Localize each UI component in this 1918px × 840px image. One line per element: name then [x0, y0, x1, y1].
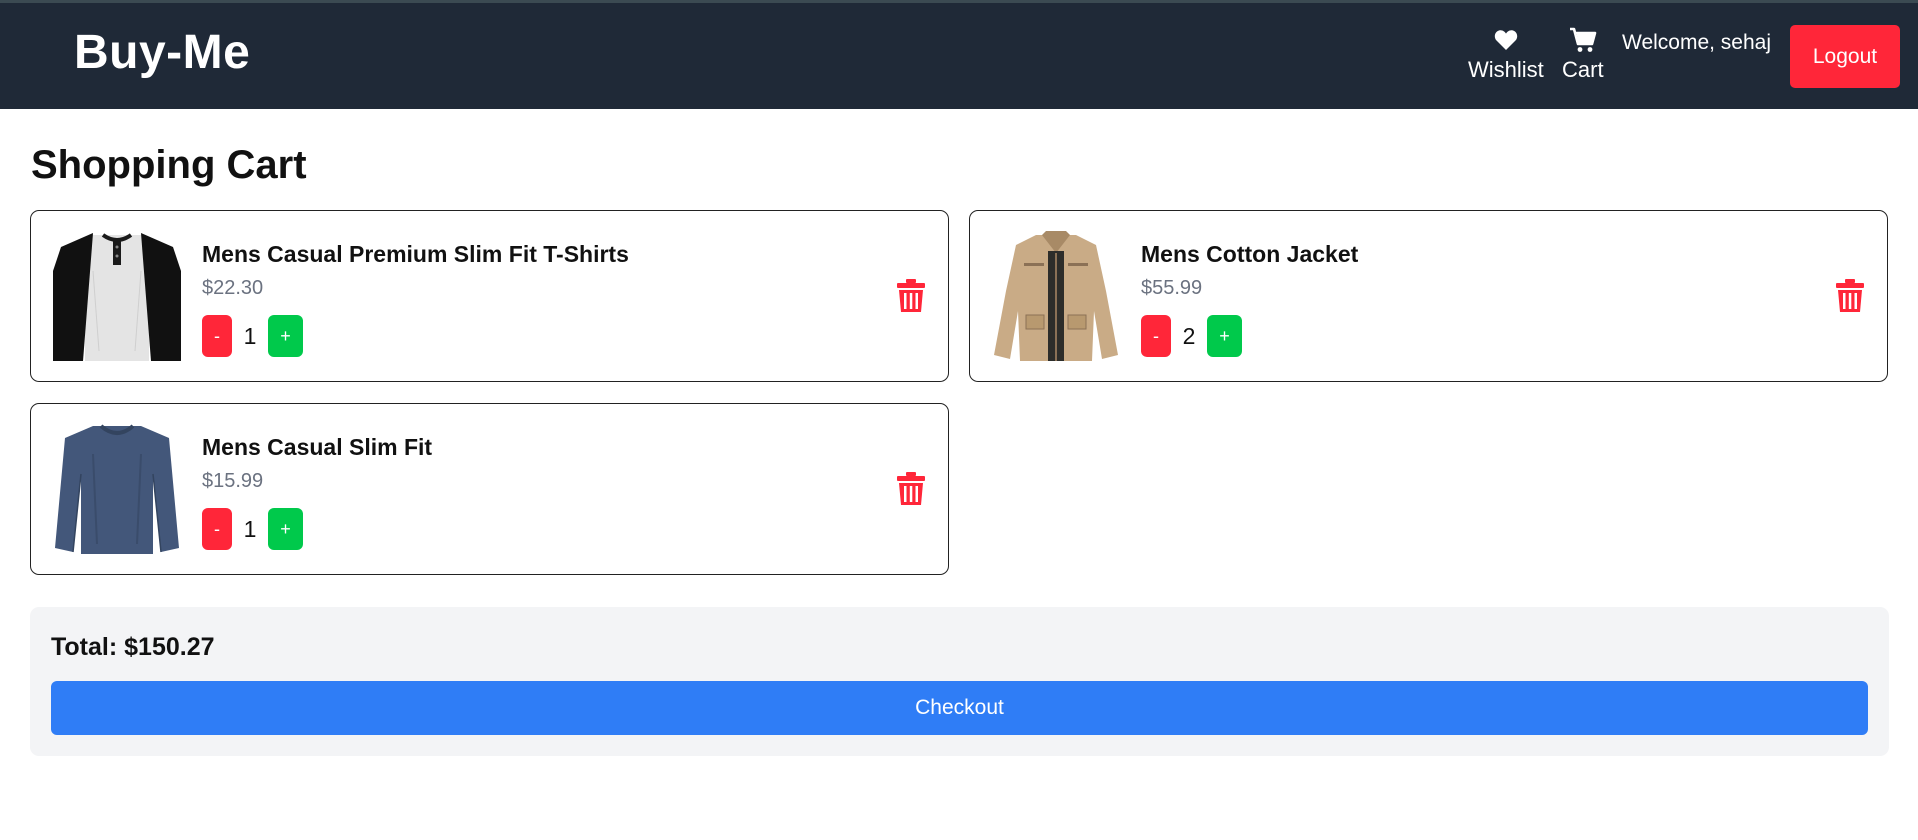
decrease-quantity-button[interactable]: -	[202, 315, 232, 357]
jacket-image	[994, 231, 1118, 361]
increase-quantity-button[interactable]: +	[268, 508, 303, 550]
decrease-quantity-button[interactable]: -	[1141, 315, 1171, 357]
longsleeve-shirt-image	[55, 424, 179, 554]
raglan-tshirt-image	[53, 233, 181, 361]
product-image	[53, 424, 181, 554]
product-title[interactable]: Mens Cotton Jacket	[1141, 241, 1358, 268]
trash-icon[interactable]	[897, 472, 925, 506]
page-title: Shopping Cart	[31, 143, 307, 187]
order-summary-panel: Total: $150.27 Checkout	[30, 607, 1889, 756]
quantity-value: 1	[243, 515, 257, 542]
logout-button[interactable]: Logout	[1790, 25, 1900, 88]
quantity-value: 1	[243, 322, 257, 349]
cart-item-card: Mens Cotton Jacket $55.99 - 2 +	[969, 210, 1888, 382]
product-title[interactable]: Mens Casual Slim Fit	[202, 434, 432, 461]
checkout-button[interactable]: Checkout	[51, 681, 1868, 735]
trash-icon[interactable]	[897, 279, 925, 313]
brand-logo[interactable]: Buy-Me	[74, 25, 250, 80]
wishlist-label: Wishlist	[1468, 57, 1544, 82]
cart-icon	[1569, 23, 1597, 57]
wishlist-link[interactable]: Wishlist	[1468, 23, 1544, 83]
increase-quantity-button[interactable]: +	[268, 315, 303, 357]
heart-icon	[1494, 23, 1518, 57]
increase-quantity-button[interactable]: +	[1207, 315, 1242, 357]
cart-label: Cart	[1562, 57, 1604, 82]
product-price: $22.30	[202, 277, 264, 299]
welcome-text: Welcome, sehaj	[1622, 31, 1772, 54]
cart-item-card: Mens Casual Premium Slim Fit T-Shirts $2…	[30, 210, 949, 382]
product-price: $15.99	[202, 470, 264, 492]
navbar: Buy-Me Wishlist Cart Welcome, sehaj Logo…	[0, 3, 1918, 109]
quantity-value: 2	[1182, 322, 1196, 349]
product-price: $55.99	[1141, 277, 1203, 299]
quantity-stepper: - 1 +	[202, 315, 303, 357]
decrease-quantity-button[interactable]: -	[202, 508, 232, 550]
product-image	[992, 231, 1120, 361]
product-title[interactable]: Mens Casual Premium Slim Fit T-Shirts	[202, 241, 629, 268]
cart-link[interactable]: Cart	[1562, 23, 1604, 83]
cart-item-card: Mens Casual Slim Fit $15.99 - 1 +	[30, 403, 949, 575]
cart-total: Total: $150.27	[51, 633, 215, 661]
quantity-stepper: - 1 +	[202, 508, 303, 550]
quantity-stepper: - 2 +	[1141, 315, 1242, 357]
trash-icon[interactable]	[1836, 279, 1864, 313]
product-image	[53, 231, 181, 361]
